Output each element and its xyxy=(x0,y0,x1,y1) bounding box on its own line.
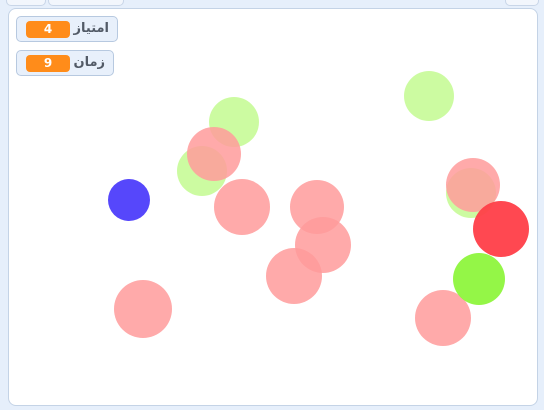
balloon-sprite[interactable] xyxy=(108,179,150,221)
balloon-sprite[interactable] xyxy=(214,179,270,235)
balloon-sprite[interactable] xyxy=(473,201,529,257)
top-tab-strip xyxy=(0,0,544,8)
game-stage[interactable]: 4 امتیاز 9 زمان xyxy=(8,8,538,406)
score-value: 4 xyxy=(26,21,70,38)
score-label: امتیاز xyxy=(73,21,109,36)
balloon-sprite[interactable] xyxy=(404,71,454,121)
balloon-sprite[interactable] xyxy=(453,253,505,305)
score-monitor: 4 امتیاز xyxy=(16,16,118,42)
balloon-sprite[interactable] xyxy=(266,248,322,304)
balloon-sprite[interactable] xyxy=(114,280,172,338)
timer-monitor: 9 زمان xyxy=(16,50,114,76)
timer-value: 9 xyxy=(26,55,70,72)
top-tab[interactable] xyxy=(6,0,46,6)
balloon-sprite[interactable] xyxy=(187,127,241,181)
timer-label: زمان xyxy=(73,55,105,70)
top-tab[interactable] xyxy=(48,0,124,6)
top-tab[interactable] xyxy=(505,0,539,6)
